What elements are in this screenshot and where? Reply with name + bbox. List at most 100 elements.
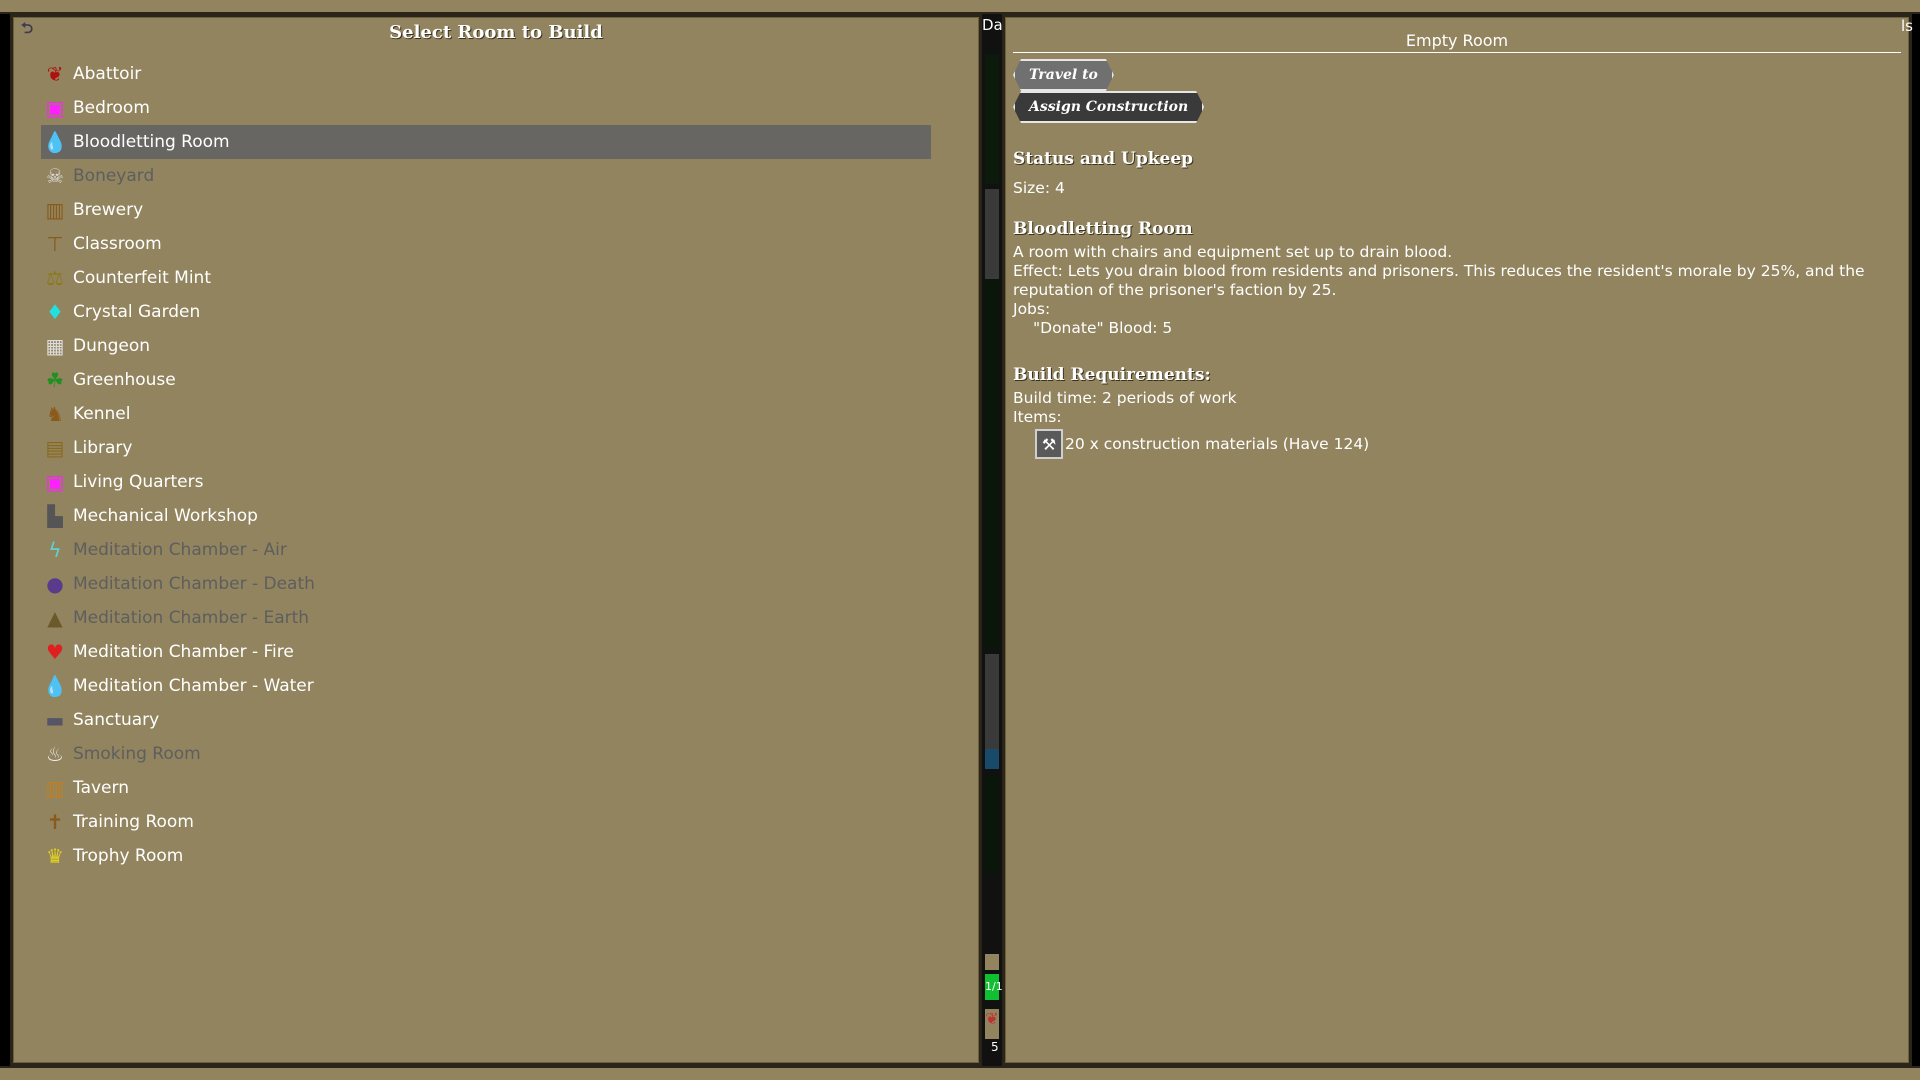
room-list-item[interactable]: ☘ Greenhouse: [41, 363, 931, 397]
room-list-item[interactable]: ♥ Meditation Chamber - Fire: [41, 635, 931, 669]
assign-construction-button[interactable]: Assign Construction: [1013, 91, 1204, 123]
room-list-item-label: Classroom: [73, 234, 162, 254]
mountain-icon: ▲: [47, 606, 63, 630]
counter-badge: 1/1: [985, 974, 1003, 1000]
edge-label: ls: [1901, 17, 1913, 35]
altar-icon: ▬: [45, 708, 65, 732]
room-list-item-label: Brewery: [73, 200, 144, 220]
header-divider: [1013, 52, 1901, 53]
room-select-panel: ⮌ Select Room to Build ❦ Abattoir ▣ Bedroom…: [10, 14, 982, 1066]
plant-icon: ☘: [46, 368, 64, 392]
room-list-item[interactable]: ♨ Smoking Room: [41, 737, 931, 771]
map-strip: Da 1/1 ❦ 5: [982, 14, 1003, 1066]
requirement-item-text: 20 x construction materials (Have 124): [1065, 435, 1370, 453]
room-list-item[interactable]: ▥ Tavern: [41, 771, 931, 805]
water-drop-icon: 💧: [42, 674, 68, 698]
blood-icon: ❦: [985, 1009, 999, 1039]
bookshelf-icon: ▤: [45, 436, 65, 460]
trophy-icon: ♛: [46, 844, 64, 868]
status-section-title: Status and Upkeep: [1013, 149, 1194, 169]
room-list-item[interactable]: ▲ Meditation Chamber - Earth: [41, 601, 931, 635]
room-list-item[interactable]: ▣ Bedroom: [41, 91, 931, 125]
training-dummy-icon: ✝: [46, 810, 64, 834]
job-entry: "Donate" Blood: 5: [1033, 319, 1173, 337]
room-list-item[interactable]: ♦ Crystal Garden: [41, 295, 931, 329]
hound-icon: ♞: [46, 402, 64, 426]
room-list-item-label: Greenhouse: [73, 370, 176, 390]
room-detail-panel: Empty Room Travel to Assign Construction…: [1002, 14, 1913, 1066]
room-list-item[interactable]: ☠ Boneyard: [41, 159, 931, 193]
room-list-item[interactable]: ⊤ Classroom: [41, 227, 931, 261]
travel-to-button[interactable]: Travel to: [1013, 59, 1114, 91]
map-segment: [985, 774, 999, 874]
room-list-item[interactable]: ♞ Kennel: [41, 397, 931, 431]
room-list-item[interactable]: ❦ Abattoir: [41, 57, 931, 91]
lectern-icon: ⊤: [46, 232, 64, 256]
room-list-item[interactable]: 💧 Bloodletting Room: [41, 125, 931, 159]
map-segment: [985, 189, 999, 279]
room-list-item[interactable]: ▬ Sanctuary: [41, 703, 931, 737]
effect-text-line2: reputation of the prisoner's faction by …: [1013, 281, 1337, 299]
room-list-item-label: Sanctuary: [73, 710, 160, 730]
room-list-item-label: Trophy Room: [73, 846, 184, 866]
top-frame-bar: [0, 0, 1920, 14]
room-list-item[interactable]: ♛ Trophy Room: [41, 839, 931, 873]
bed-icon: ▣: [45, 470, 65, 494]
room-list: ❦ Abattoir ▣ Bedroom 💧 Bloodletting Room ☠ Bone…: [41, 57, 931, 873]
requirement-item: ⚒ 20 x construction materials (Have 124): [1035, 429, 1369, 459]
mug-icon: ▥: [45, 776, 65, 800]
build-time-text: Build time: 2 periods of work: [1013, 389, 1237, 407]
cell-bars-icon: ▦: [45, 334, 65, 358]
size-text: Size: 4: [1013, 179, 1065, 197]
map-segment: [985, 279, 999, 649]
room-list-item-label: Smoking Room: [73, 744, 201, 764]
fire-heart-icon: ♥: [46, 640, 64, 664]
room-list-item[interactable]: ● Meditation Chamber - Death: [41, 567, 931, 601]
room-name-title: Bloodletting Room: [1013, 219, 1193, 239]
room-list-item-label: Bloodletting Room: [73, 132, 230, 152]
map-segment: [985, 749, 999, 769]
blood-drops-icon: 💧: [42, 130, 68, 154]
room-list-item-label: Living Quarters: [73, 472, 204, 492]
room-list-item[interactable]: ▥ Brewery: [41, 193, 931, 227]
room-list-item-label: Tavern: [73, 778, 129, 798]
room-list-item[interactable]: ▙ Mechanical Workshop: [41, 499, 931, 533]
room-list-item-label: Meditation Chamber - Air: [73, 540, 287, 560]
jobs-label: Jobs:: [1013, 300, 1051, 318]
room-list-item-label: Meditation Chamber - Water: [73, 676, 314, 696]
room-header: Empty Room: [1405, 31, 1509, 50]
workbench-icon: ▙: [47, 504, 63, 528]
bottom-counter: 5: [991, 1040, 999, 1054]
room-list-item-label: Counterfeit Mint: [73, 268, 212, 288]
bones-icon: ☠: [46, 164, 64, 188]
bed-icon: ▣: [45, 96, 65, 120]
room-list-item-label: Boneyard: [73, 166, 155, 186]
room-list-item-label: Crystal Garden: [73, 302, 201, 322]
room-list-item[interactable]: ▦ Dungeon: [41, 329, 931, 363]
hammer-icon: ⚒: [1035, 429, 1063, 459]
bottom-frame-bar: [0, 1066, 1920, 1080]
effect-text-line1: Effect: Lets you drain blood from reside…: [1013, 262, 1865, 280]
room-list-item-label: Meditation Chamber - Death: [73, 574, 315, 594]
room-list-item[interactable]: ▣ Living Quarters: [41, 465, 931, 499]
room-list-item-label: Dungeon: [73, 336, 151, 356]
room-list-item-label: Kennel: [73, 404, 131, 424]
crystal-icon: ♦: [46, 300, 64, 324]
room-list-item-label: Meditation Chamber - Fire: [73, 642, 294, 662]
room-list-item-label: Mechanical Workshop: [73, 506, 258, 526]
room-list-item[interactable]: ▤ Library: [41, 431, 931, 465]
map-segment: [985, 54, 999, 184]
room-list-item[interactable]: ϟ Meditation Chamber - Air: [41, 533, 931, 567]
room-description: A room with chairs and equipment set up …: [1013, 243, 1453, 261]
room-list-item-label: Abattoir: [73, 64, 142, 84]
room-list-item-label: Meditation Chamber - Earth: [73, 608, 310, 628]
blood-splat-icon: ❦: [46, 62, 64, 86]
room-list-item[interactable]: ✝ Training Room: [41, 805, 931, 839]
day-label: Da: [982, 16, 1003, 34]
room-list-item-label: Training Room: [73, 812, 194, 832]
room-list-item[interactable]: ⚖ Counterfeit Mint: [41, 261, 931, 295]
skull-icon: ●: [46, 572, 64, 596]
build-requirements-title: Build Requirements:: [1013, 365, 1211, 385]
items-label: Items:: [1013, 408, 1062, 426]
room-list-item[interactable]: 💧 Meditation Chamber - Water: [41, 669, 931, 703]
